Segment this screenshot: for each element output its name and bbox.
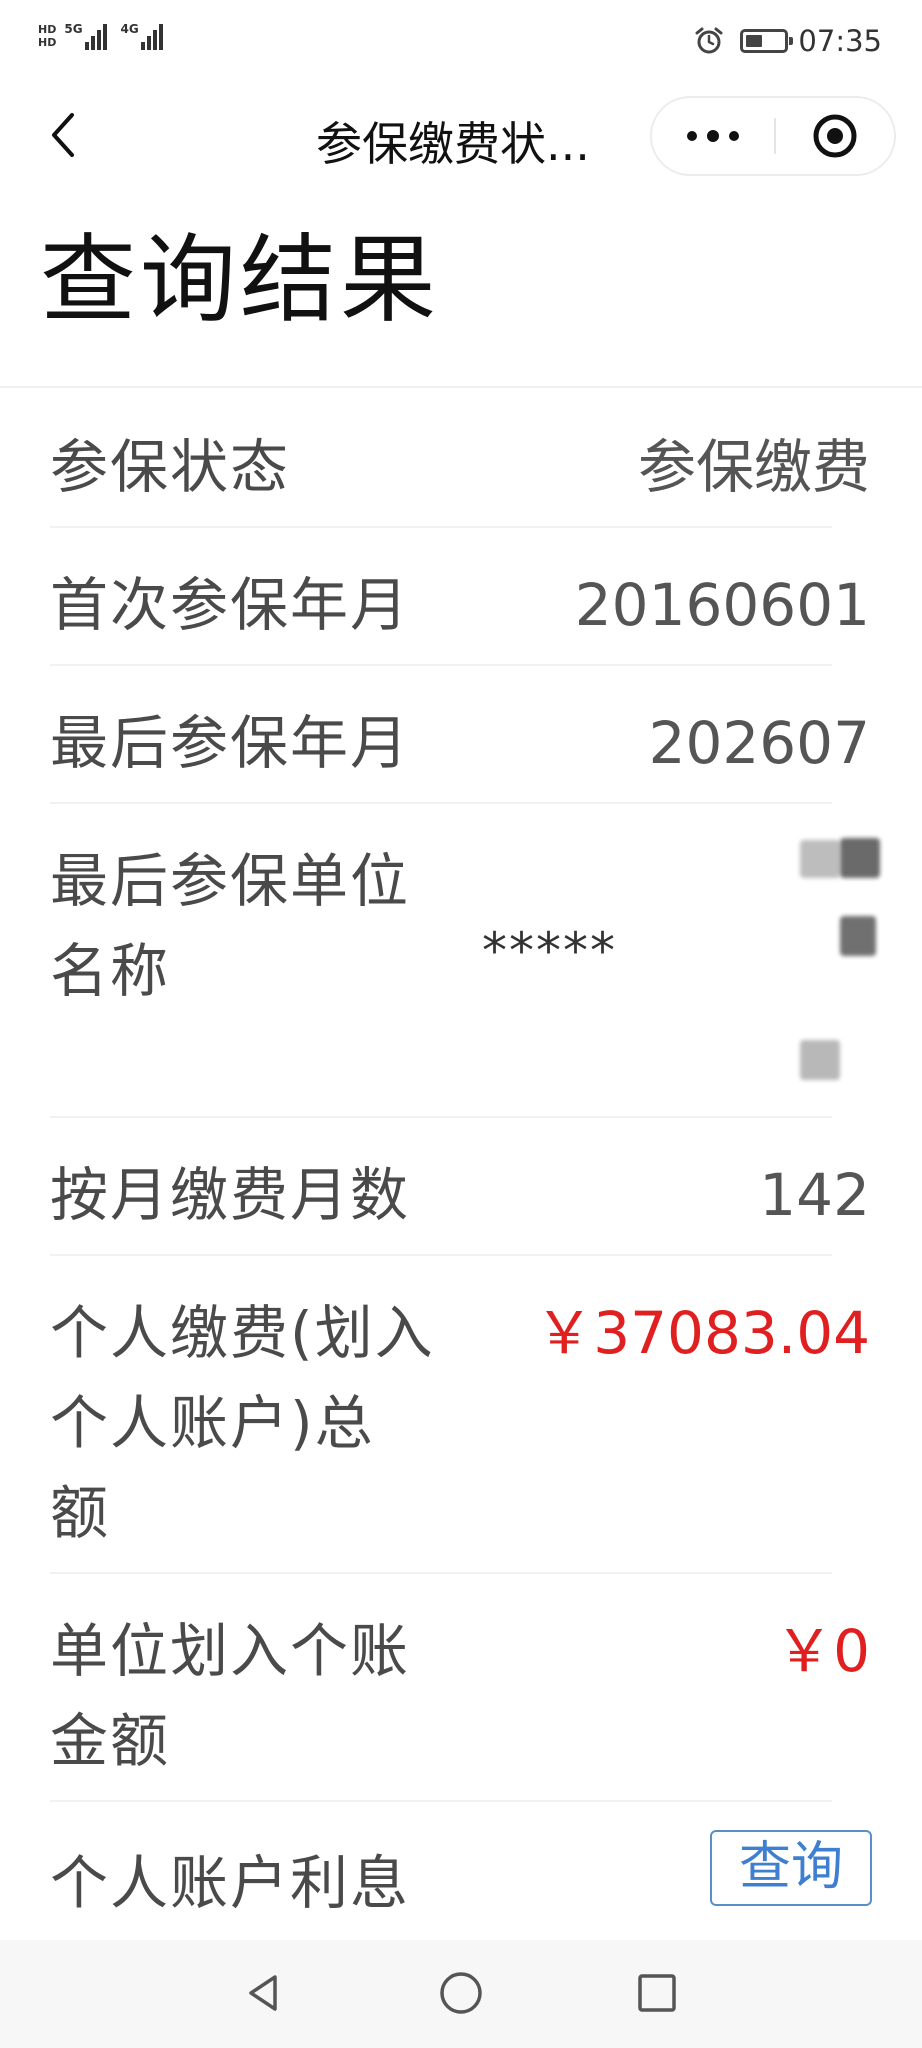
system-back-button[interactable] xyxy=(238,1968,288,2018)
info-row-employer-contribution: 单位划入个账 金额 ￥0 xyxy=(0,1596,922,1796)
masked-employer-name: ***** xyxy=(482,922,617,980)
triangle-back-icon xyxy=(249,1975,277,2011)
row-label: 参保状态 xyxy=(50,433,291,501)
status-right: 07:35 xyxy=(694,24,882,58)
signal-bars-icon xyxy=(84,22,109,50)
row-value: 20160601 xyxy=(574,571,870,639)
row-value: 142 xyxy=(759,1161,870,1229)
signal-5g: 5G xyxy=(64,22,108,50)
info-row-status: 参保状态 参保缴费 xyxy=(0,412,922,526)
hd-top-label: HD xyxy=(38,23,57,36)
chevron-left-icon xyxy=(52,113,74,157)
mini-program-capsule xyxy=(650,96,896,176)
page-title: 查询结果 xyxy=(40,224,440,336)
row-label-line: 个人账户)总 xyxy=(50,1389,375,1457)
row-divider xyxy=(50,802,832,804)
back-button[interactable] xyxy=(38,110,88,160)
info-row-personal-contribution: 个人缴费(划入 个人账户)总 额 ￥37083.04 xyxy=(0,1278,922,1568)
row-label-line: 单位划入个账 xyxy=(50,1617,411,1685)
row-label: 按月缴费月数 xyxy=(50,1161,411,1229)
row-label: 首次参保年月 xyxy=(50,571,411,639)
network-type-label: 5G xyxy=(64,22,83,36)
query-interest-button[interactable]: 查询 xyxy=(710,1830,872,1906)
row-label: 最后参保年月 xyxy=(50,709,411,777)
redaction-block xyxy=(840,916,876,956)
employer-contribution-amount: ￥0 xyxy=(775,1617,870,1685)
row-divider xyxy=(50,1800,832,1802)
row-label-line: 金额 xyxy=(50,1707,171,1775)
clock: 07:35 xyxy=(798,24,882,58)
row-value: 参保缴费 xyxy=(637,433,870,501)
more-button[interactable] xyxy=(652,98,774,174)
row-label: 最后参保单位 名称 xyxy=(50,836,410,1016)
row-divider xyxy=(50,1572,832,1574)
row-label-line: 名称 xyxy=(50,937,171,1005)
close-mini-program-button[interactable] xyxy=(776,98,894,174)
info-row-last-insured: 最后参保年月 202607 xyxy=(0,688,922,802)
info-row-months-paid: 按月缴费月数 142 xyxy=(0,1140,922,1254)
network-type-label: 4G xyxy=(120,22,139,36)
redaction-block xyxy=(840,838,880,878)
square-recents-icon xyxy=(638,1974,676,2012)
nav-title: 参保缴费状... xyxy=(316,117,590,171)
row-label: 单位划入个账 金额 xyxy=(50,1606,410,1786)
status-left: HD HD 5G 4G xyxy=(38,22,177,50)
row-divider xyxy=(50,526,832,528)
circle-home-icon xyxy=(440,1972,482,2014)
signal-bars-icon xyxy=(140,22,165,50)
system-navigation-bar xyxy=(0,1940,922,2048)
hd-bottom-label: HD xyxy=(38,36,57,49)
redaction-block xyxy=(800,1040,840,1080)
more-dots-icon xyxy=(682,130,744,142)
row-label-line: 个人缴费(划入 xyxy=(50,1299,435,1367)
personal-contribution-amount: ￥37083.04 xyxy=(535,1299,870,1367)
redaction-block xyxy=(800,840,840,878)
info-row-employer-name: 最后参保单位 名称 ***** xyxy=(0,826,922,1116)
row-divider xyxy=(50,1254,832,1256)
row-label-line: 最后参保单位 xyxy=(50,847,411,915)
row-label: 个人缴费(划入 个人账户)总 额 xyxy=(50,1288,435,1558)
target-close-icon xyxy=(813,114,857,158)
row-label-line: 额 xyxy=(50,1479,111,1547)
row-divider xyxy=(50,664,832,666)
nav-bar: 参保缴费状... xyxy=(0,90,922,180)
signal-4g: 4G xyxy=(121,22,165,50)
row-label: 个人账户利息 xyxy=(50,1849,411,1917)
row-divider xyxy=(50,1116,832,1118)
row-value: 202607 xyxy=(648,709,870,777)
status-bar: HD HD 5G 4G 07:35 xyxy=(0,0,922,84)
hd-indicator: HD HD xyxy=(38,23,56,49)
alarm-icon xyxy=(695,27,723,54)
system-recents-button[interactable] xyxy=(632,1968,682,2018)
heading-divider xyxy=(0,386,922,388)
battery-icon xyxy=(740,29,794,53)
info-row-account-interest: 个人账户利息 查询 xyxy=(0,1822,922,1938)
system-home-button[interactable] xyxy=(436,1968,486,2018)
info-row-first-insured: 首次参保年月 20160601 xyxy=(0,550,922,664)
